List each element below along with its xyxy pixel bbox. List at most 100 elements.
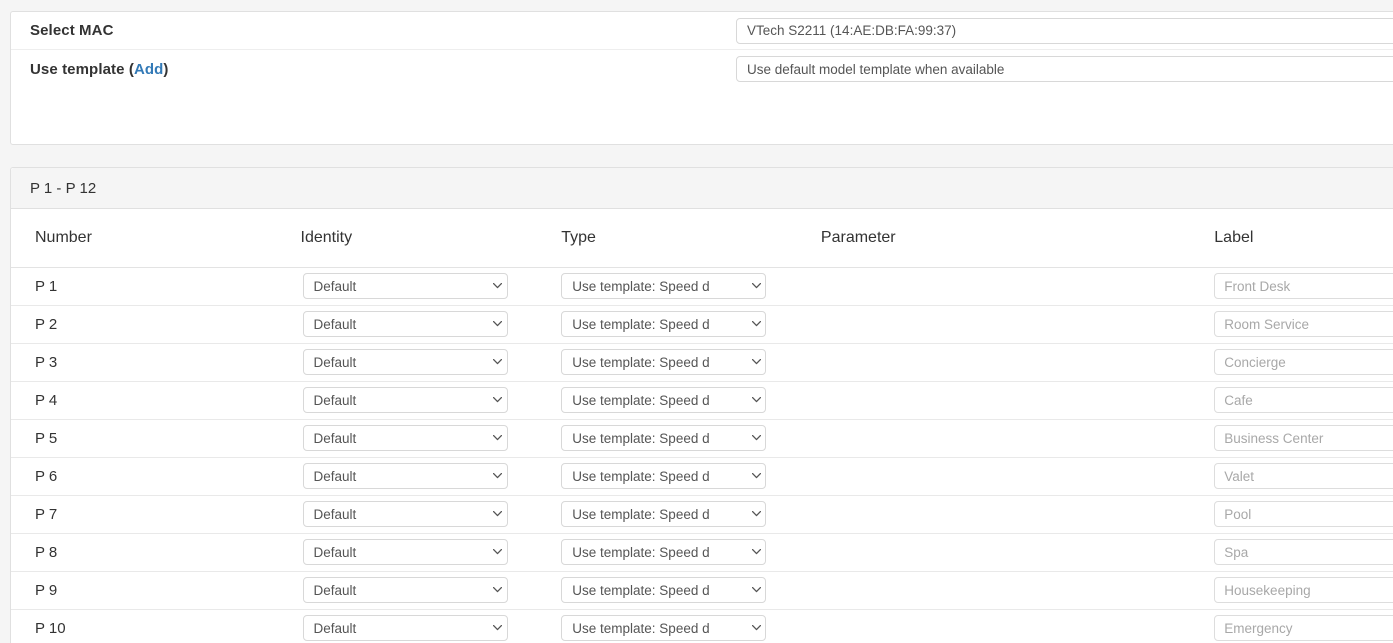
label-input[interactable] xyxy=(1214,311,1393,337)
type-select-value: Use template: Speed d xyxy=(572,430,710,446)
identity-select[interactable]: Default xyxy=(302,615,508,641)
identity-cell-inner: Default xyxy=(301,610,562,643)
identity-select-value: Default xyxy=(313,430,357,446)
identity-select[interactable]: Default xyxy=(302,501,508,527)
identity-select[interactable]: Default xyxy=(302,311,508,337)
cell-type: Use template: Speed d xyxy=(561,457,821,496)
type-select-value: Use template: Speed d xyxy=(572,316,710,332)
cell-label xyxy=(1214,343,1393,382)
cell-parameter xyxy=(820,419,1215,458)
label-input[interactable] xyxy=(1214,501,1393,527)
identity-select[interactable]: Default xyxy=(302,273,508,299)
identity-select-value: Default xyxy=(313,392,357,408)
identity-select[interactable]: Default xyxy=(302,387,508,413)
chevron-down-icon xyxy=(489,511,507,517)
type-select[interactable]: Use template: Speed d xyxy=(561,273,767,299)
type-select[interactable]: Use template: Speed d xyxy=(561,501,767,527)
identity-select[interactable]: Default xyxy=(302,463,508,489)
cell-parameter xyxy=(820,343,1215,382)
label-input[interactable] xyxy=(1214,273,1393,299)
label-cell-inner xyxy=(1214,268,1393,305)
cell-label xyxy=(1214,609,1393,643)
type-select[interactable]: Use template: Speed d xyxy=(561,349,767,375)
cell-parameter xyxy=(820,571,1215,610)
select-mac-dropdown[interactable]: VTech S2211 (14:AE:DB:FA:99:37) xyxy=(736,17,1393,44)
identity-select[interactable]: Default xyxy=(302,349,508,375)
cell-number: P 10 xyxy=(11,609,301,643)
key-number-label: P 3 xyxy=(35,353,58,371)
table-row: P 3 Default Use template: Speed d xyxy=(11,343,1393,382)
cell-identity: Default xyxy=(300,457,562,496)
identity-cell-inner: Default xyxy=(301,420,562,457)
table-row: P 10 Default Use template: Speed d xyxy=(11,609,1393,643)
label-input[interactable] xyxy=(1214,463,1393,489)
column-header-identity: Identity xyxy=(300,209,562,268)
cell-label xyxy=(1214,419,1393,458)
chevron-down-icon xyxy=(489,473,507,479)
type-select[interactable]: Use template: Speed d xyxy=(561,425,767,451)
cell-number: P 2 xyxy=(11,305,301,344)
cell-identity: Default xyxy=(300,533,562,572)
label-input[interactable] xyxy=(1214,577,1393,603)
column-header-type: Type xyxy=(561,209,821,268)
type-select-value: Use template: Speed d xyxy=(572,392,710,408)
cell-type: Use template: Speed d xyxy=(561,533,821,572)
use-template-control-wrap: Use default model template when availabl… xyxy=(736,56,1393,82)
cell-identity: Default xyxy=(300,571,562,610)
type-cell-inner: Use template: Speed d xyxy=(561,344,821,381)
cell-identity: Default xyxy=(300,343,562,382)
chevron-down-icon xyxy=(747,359,765,365)
identity-select[interactable]: Default xyxy=(302,539,508,565)
add-template-link[interactable]: Add xyxy=(134,61,163,78)
cell-type: Use template: Speed d xyxy=(561,571,821,610)
label-input[interactable] xyxy=(1214,349,1393,375)
identity-select-value: Default xyxy=(313,582,357,598)
cell-parameter xyxy=(820,609,1215,643)
select-mac-value: VTech S2211 (14:AE:DB:FA:99:37) xyxy=(747,23,957,38)
parameter-cell-inner xyxy=(821,306,1214,343)
identity-select-value: Default xyxy=(313,544,357,560)
table-row: P 8 Default Use template: Speed d xyxy=(11,533,1393,572)
table-row: P 7 Default Use template: Speed d xyxy=(11,495,1393,534)
cell-number: P 3 xyxy=(11,343,301,382)
cell-parameter xyxy=(820,305,1215,344)
label-input[interactable] xyxy=(1214,539,1393,565)
parameter-cell-inner xyxy=(821,496,1214,533)
chevron-down-icon xyxy=(489,549,507,555)
type-select[interactable]: Use template: Speed d xyxy=(561,615,767,641)
table-row: P 9 Default Use template: Speed d xyxy=(11,571,1393,610)
cell-identity: Default xyxy=(300,305,562,344)
identity-select[interactable]: Default xyxy=(302,425,508,451)
type-select[interactable]: Use template: Speed d xyxy=(561,539,767,565)
key-number-label: P 6 xyxy=(35,467,58,485)
label-input[interactable] xyxy=(1214,615,1393,641)
label-cell-inner xyxy=(1214,344,1393,381)
keys-panel-heading: P 1 - P 12 xyxy=(11,168,1393,209)
cell-number: P 9 xyxy=(11,571,301,610)
key-number-label: P 1 xyxy=(35,277,58,295)
cell-label xyxy=(1214,305,1393,344)
table-row: P 5 Default Use template: Speed d xyxy=(11,419,1393,458)
device-settings-panel: Select MAC VTech S2211 (14:AE:DB:FA:99:3… xyxy=(10,11,1393,145)
keys-table-header-row: Number Identity Type Parameter Label Fix… xyxy=(11,209,1393,268)
type-select[interactable]: Use template: Speed d xyxy=(561,463,767,489)
chevron-down-icon xyxy=(747,435,765,441)
table-row: P 4 Default Use template: Speed d xyxy=(11,381,1393,420)
identity-cell-inner: Default xyxy=(301,306,562,343)
label-input[interactable] xyxy=(1214,425,1393,451)
use-template-value: Use default model template when availabl… xyxy=(747,61,1005,77)
identity-select[interactable]: Default xyxy=(302,577,508,603)
type-cell-inner: Use template: Speed d xyxy=(561,610,821,643)
type-select[interactable]: Use template: Speed d xyxy=(561,311,767,337)
type-select[interactable]: Use template: Speed d xyxy=(561,387,767,413)
cell-label xyxy=(1214,571,1393,610)
type-select[interactable]: Use template: Speed d xyxy=(561,577,767,603)
identity-cell-inner: Default xyxy=(301,382,562,419)
parameter-cell-inner xyxy=(821,572,1214,609)
label-input[interactable] xyxy=(1214,387,1393,413)
use-template-label-suffix: ) xyxy=(163,60,169,78)
use-template-dropdown[interactable]: Use default model template when availabl… xyxy=(736,56,1393,82)
chevron-down-icon xyxy=(489,435,507,441)
chevron-down-icon xyxy=(747,397,765,403)
chevron-down-icon xyxy=(747,283,765,289)
